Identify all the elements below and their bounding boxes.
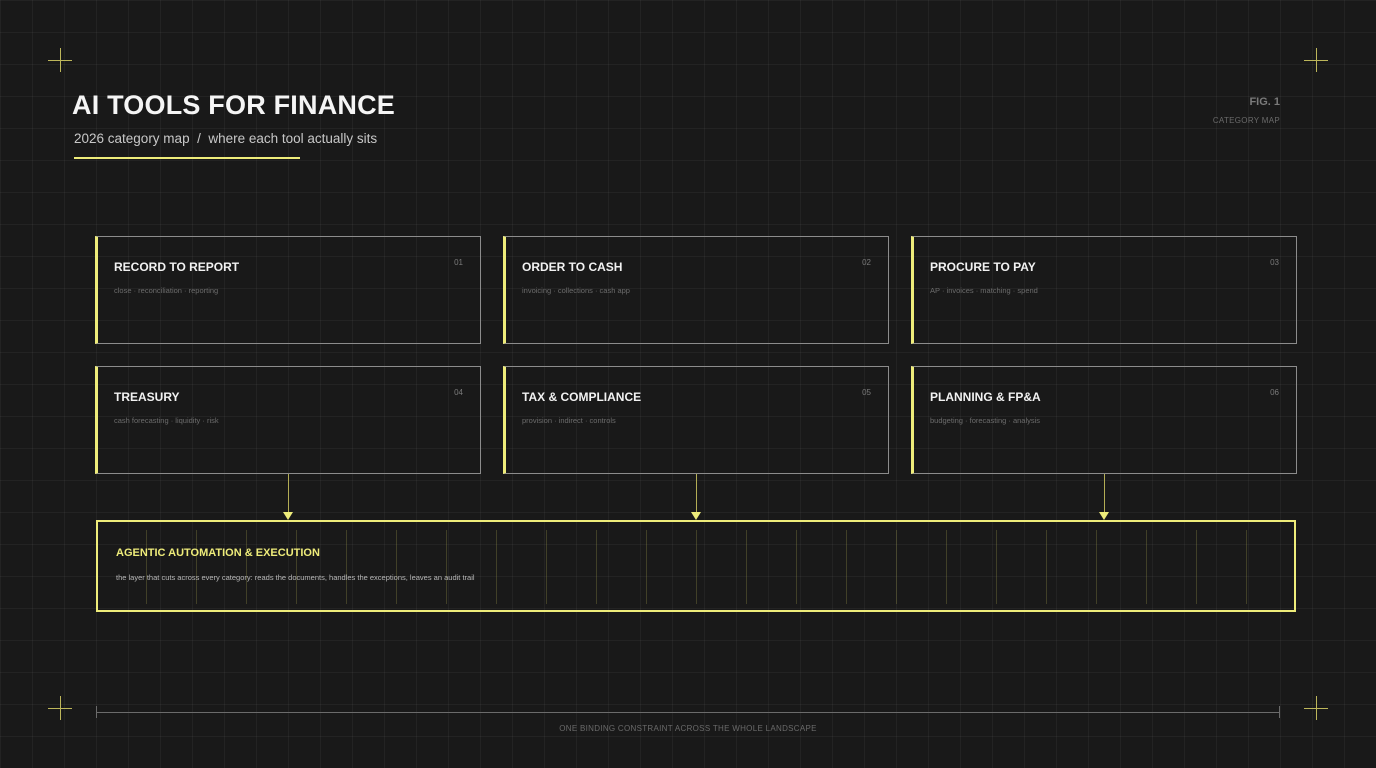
hatch-line	[446, 530, 447, 604]
title-underline	[74, 157, 300, 159]
hatch-line	[546, 530, 547, 604]
category-title: RECORD TO REPORT	[114, 260, 240, 274]
hatch-line	[746, 530, 747, 604]
hatch-line	[1146, 530, 1147, 604]
category-number: 06	[1270, 388, 1279, 397]
hatch-line	[946, 530, 947, 604]
category-number: 04	[454, 388, 463, 397]
category-tags: AP · invoices · matching · spend	[930, 286, 1038, 295]
arrow-down-icon	[283, 512, 293, 520]
arrow-down-icon	[1099, 512, 1109, 520]
category-title: PROCURE TO PAY	[930, 260, 1036, 274]
category-card-tax-compliance: TAX & COMPLIANCE 05 provision · indirect…	[503, 366, 889, 474]
hatch-line	[146, 530, 147, 604]
category-title: ORDER TO CASH	[522, 260, 623, 274]
hatch-line	[796, 530, 797, 604]
hatch-line	[196, 530, 197, 604]
corner-crosshair-bottom-left	[48, 696, 72, 720]
hatch-line	[346, 530, 347, 604]
connector-line	[288, 474, 289, 514]
category-card-procure-to-pay: PROCURE TO PAY 03 AP · invoices · matchi…	[911, 236, 1297, 344]
hatch-line	[1046, 530, 1047, 604]
hatch-line	[1196, 530, 1197, 604]
hatch-line	[646, 530, 647, 604]
category-card-treasury: TREASURY 04 cash forecasting · liquidity…	[95, 366, 481, 474]
category-tags: close · reconciliation · reporting	[114, 286, 219, 295]
connector-line	[696, 474, 697, 514]
agentic-layer-description: the layer that cuts across every categor…	[116, 573, 475, 582]
connector-line	[1104, 474, 1105, 514]
page-title: AI TOOLS FOR FINANCE	[72, 90, 396, 120]
category-tags: cash forecasting · liquidity · risk	[114, 416, 219, 425]
agentic-layer-box: AGENTIC AUTOMATION & EXECUTION the layer…	[96, 520, 1296, 612]
hatch-line	[896, 530, 897, 604]
hatch-line	[596, 530, 597, 604]
hatch-line	[1096, 530, 1097, 604]
hatch-line	[246, 530, 247, 604]
hatch-line	[996, 530, 997, 604]
category-title: PLANNING & FP&A	[930, 390, 1041, 404]
hatch-line	[496, 530, 497, 604]
figure-label: FIG. 1	[1249, 96, 1280, 108]
hatch-line	[396, 530, 397, 604]
category-number: 02	[862, 258, 871, 267]
category-tags: provision · indirect · controls	[522, 416, 616, 425]
corner-crosshair-bottom-right	[1304, 696, 1328, 720]
footer-caption: ONE BINDING CONSTRAINT ACROSS THE WHOLE …	[559, 724, 817, 733]
corner-crosshair-top-right	[1304, 48, 1328, 72]
hatch-line	[296, 530, 297, 604]
footer-baseline	[96, 712, 1280, 713]
arrow-down-icon	[691, 512, 701, 520]
category-tags: invoicing · collections · cash app	[522, 286, 630, 295]
page-subtitle: 2026 category map / where each tool actu…	[74, 131, 378, 146]
category-card-planning-fpa: PLANNING & FP&A 06 budgeting · forecasti…	[911, 366, 1297, 474]
category-number: 01	[454, 258, 463, 267]
category-number: 03	[1270, 258, 1279, 267]
figure-caption: CATEGORY MAP	[1212, 116, 1280, 125]
baseline-tick-right	[1279, 706, 1280, 718]
category-number: 05	[862, 388, 871, 397]
baseline-tick-left	[96, 706, 97, 718]
hatch-line	[1246, 530, 1247, 604]
category-title: TAX & COMPLIANCE	[522, 390, 642, 404]
category-card-order-to-cash: ORDER TO CASH 02 invoicing · collections…	[503, 236, 889, 344]
category-tags: budgeting · forecasting · analysis	[930, 416, 1041, 425]
hatch-line	[846, 530, 847, 604]
corner-crosshair-top-left	[48, 48, 72, 72]
hatch-line	[696, 530, 697, 604]
agentic-layer-title: AGENTIC AUTOMATION & EXECUTION	[116, 547, 320, 559]
category-card-record-to-report: RECORD TO REPORT 01 close · reconciliati…	[95, 236, 481, 344]
category-title: TREASURY	[114, 390, 180, 404]
